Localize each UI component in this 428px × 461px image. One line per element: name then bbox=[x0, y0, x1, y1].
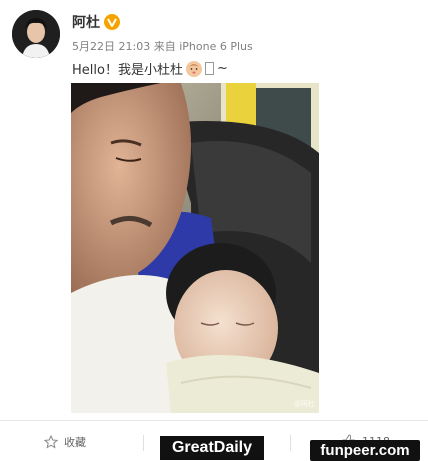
star-icon bbox=[44, 435, 58, 449]
verified-badge-icon bbox=[104, 14, 120, 30]
post-text-suffix: ~ bbox=[216, 61, 228, 76]
avatar-image bbox=[12, 10, 60, 58]
action-separator bbox=[290, 435, 291, 451]
username-row: 阿杜 bbox=[72, 12, 120, 32]
post-source-prefix: 来自 bbox=[153, 40, 176, 53]
post-photo[interactable]: @阿杜 bbox=[71, 83, 319, 413]
baby-emoji-icon bbox=[185, 60, 202, 77]
post-timestamp[interactable]: 5月22日 21:03 bbox=[72, 40, 150, 53]
post-meta: 5月22日 21:03 来自 iPhone 6 Plus bbox=[72, 38, 253, 54]
favorite-button[interactable]: 收藏 bbox=[44, 434, 86, 450]
post-text-body: Hello！我是小杜杜 bbox=[72, 63, 183, 78]
favorite-label: 收藏 bbox=[64, 436, 86, 449]
action-divider bbox=[0, 420, 428, 421]
avatar[interactable] bbox=[12, 10, 60, 58]
username[interactable]: 阿杜 bbox=[72, 12, 100, 32]
greatdaily-watermark: GreatDaily bbox=[160, 436, 264, 460]
post-text: Hello！我是小杜杜 ~ bbox=[72, 59, 228, 78]
unknown-glyph-icon bbox=[204, 62, 214, 75]
photo-watermark: @阿杜 bbox=[294, 400, 315, 408]
action-separator bbox=[143, 435, 144, 451]
funpeer-watermark: funpeer.com bbox=[310, 440, 420, 461]
photo-image bbox=[71, 83, 319, 413]
post-source: iPhone 6 Plus bbox=[179, 40, 253, 53]
